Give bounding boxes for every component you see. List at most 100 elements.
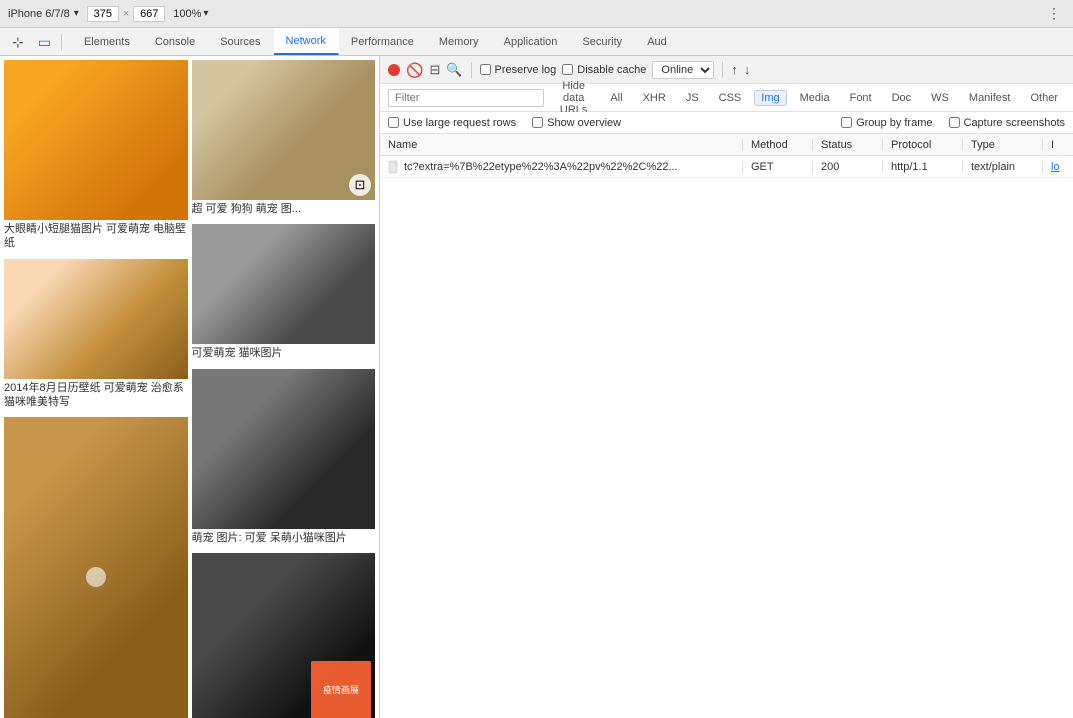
filter-icon[interactable]: ⊡ bbox=[349, 174, 371, 196]
tab-sources[interactable]: Sources bbox=[208, 28, 273, 55]
image-container: ⊡ bbox=[192, 60, 376, 200]
list-item: 可爱 小 萌宠 狗狗壁纸 bbox=[4, 417, 188, 718]
image-caption: 2014年8月日历壁纸 可爱萌宠 治愈系猫咪唯美特写 bbox=[4, 379, 188, 414]
large-rows-option[interactable]: Use large request rows bbox=[388, 117, 516, 129]
capture-screenshots-checkbox[interactable] bbox=[949, 117, 960, 128]
grid-image: ⊡ bbox=[192, 60, 376, 200]
filter-js[interactable]: JS bbox=[679, 90, 706, 106]
list-item: 萌宠 图片: 可爱 呆萌小猫咪图片 bbox=[192, 369, 376, 549]
chevron-down-icon: ▾ bbox=[74, 8, 79, 19]
preserve-log-checkbox[interactable]: Preserve log bbox=[480, 64, 557, 76]
zoom-chevron-icon: ▾ bbox=[203, 8, 208, 19]
filter-img[interactable]: Img bbox=[754, 90, 786, 106]
column-header-initiator[interactable]: I bbox=[1043, 139, 1073, 151]
group-by-frame-option[interactable]: Group by frame bbox=[841, 117, 932, 129]
row-name-text: tc?extra=%7B%22etype%22%3A%22pv%22%2C%22… bbox=[404, 161, 678, 173]
filter-toggle-button[interactable]: ⊟ bbox=[429, 62, 440, 78]
image-caption: 超 可爱 狗狗 萌宠 图... bbox=[192, 200, 376, 220]
network-table: Name Method Status Protocol Type I tc?ex… bbox=[380, 134, 1073, 718]
import-button[interactable]: ↑ bbox=[731, 62, 738, 77]
list-item: ⊡ 超 可爱 狗狗 萌宠 图... bbox=[192, 60, 376, 220]
toolbar-separator-2 bbox=[722, 62, 723, 78]
tab-console[interactable]: Console bbox=[143, 28, 208, 55]
cell-type: text/plain bbox=[963, 161, 1043, 173]
filter-other[interactable]: Other bbox=[1023, 90, 1065, 106]
column-header-name[interactable]: Name bbox=[380, 139, 743, 151]
image-container: 疫情画展 × bbox=[192, 553, 376, 718]
select-element-icon[interactable]: ⊹ bbox=[8, 33, 28, 51]
column-header-type[interactable]: Type bbox=[963, 139, 1043, 151]
tab-performance[interactable]: Performance bbox=[339, 28, 427, 55]
column-header-protocol[interactable]: Protocol bbox=[883, 139, 963, 151]
width-input[interactable] bbox=[87, 6, 119, 22]
devtools-tab-items: Elements Console Sources Network Perform… bbox=[72, 28, 1073, 55]
column-header-status[interactable]: Status bbox=[813, 139, 883, 151]
filter-manifest[interactable]: Manifest bbox=[962, 90, 1018, 106]
filter-xhr[interactable]: XHR bbox=[636, 90, 673, 106]
list-item: 可爱萌宠 猫咪图片 bbox=[192, 224, 376, 364]
tab-security[interactable]: Security bbox=[570, 28, 635, 55]
image-container bbox=[192, 224, 376, 344]
cell-name: tc?extra=%7B%22etype%22%3A%22pv%22%2C%22… bbox=[380, 160, 743, 174]
device-toggle-icon[interactable]: ▭ bbox=[34, 33, 55, 51]
tab-application[interactable]: Application bbox=[492, 28, 571, 55]
image-container bbox=[192, 369, 376, 529]
tab-memory[interactable]: Memory bbox=[427, 28, 492, 55]
tab-audit[interactable]: Aud bbox=[635, 28, 680, 55]
show-overview-option[interactable]: Show overview bbox=[532, 117, 621, 129]
website-content[interactable]: 大眼睛小短腿猫图片 可爱萌宠 电脑壁纸 2014年8月日历壁纸 可爱萌宠 治愈系… bbox=[0, 56, 379, 718]
tab-elements[interactable]: Elements bbox=[72, 28, 143, 55]
tab-divider-1 bbox=[61, 34, 62, 50]
dimension-inputs: × bbox=[87, 6, 165, 22]
device-selector[interactable]: iPhone 6/7/8 ▾ bbox=[8, 8, 79, 20]
filter-bar: Hide data URLs All XHR JS CSS Img Media … bbox=[380, 84, 1073, 112]
height-input[interactable] bbox=[133, 6, 165, 22]
image-grid: 大眼睛小短腿猫图片 可爱萌宠 电脑壁纸 2014年8月日历壁纸 可爱萌宠 治愈系… bbox=[4, 60, 375, 718]
image-container bbox=[4, 417, 188, 718]
search-button[interactable]: 🔍 bbox=[446, 62, 462, 78]
image-caption: 萌宠 图片: 可爱 呆萌小猫咪图片 bbox=[192, 529, 376, 549]
ad-badge: 疫情画展 bbox=[311, 661, 371, 718]
options-row: Use large request rows Show overview Gro… bbox=[380, 112, 1073, 134]
devtools-panel: 🚫 ⊟ 🔍 Preserve log Disable cache Online … bbox=[380, 56, 1073, 718]
toolbar-separator-1 bbox=[471, 62, 472, 78]
tab-network[interactable]: Network bbox=[274, 28, 339, 55]
throttle-select[interactable]: Online bbox=[652, 61, 714, 79]
disable-cache-checkbox[interactable]: Disable cache bbox=[562, 64, 646, 76]
filter-doc[interactable]: Doc bbox=[885, 90, 919, 106]
cell-protocol: http/1.1 bbox=[883, 161, 963, 173]
network-toolbar: 🚫 ⊟ 🔍 Preserve log Disable cache Online … bbox=[380, 56, 1073, 84]
zoom-value: 100% bbox=[173, 8, 201, 20]
filter-font[interactable]: Font bbox=[843, 90, 879, 106]
devtools-tab-bar: ⊹ ▭ Elements Console Sources Network Per… bbox=[0, 28, 1073, 56]
export-button[interactable]: ↓ bbox=[744, 62, 751, 77]
cell-status: 200 bbox=[813, 161, 883, 173]
filter-all[interactable]: All bbox=[603, 90, 629, 106]
filter-ws[interactable]: WS bbox=[924, 90, 956, 106]
group-by-frame-checkbox[interactable] bbox=[841, 117, 852, 128]
clear-button[interactable]: 🚫 bbox=[406, 63, 423, 77]
record-button[interactable] bbox=[388, 64, 400, 76]
list-item: 疫情画展 × 俄罗斯摄影师记... 宠 哈士奇 bbox=[192, 553, 376, 718]
disable-cache-input[interactable] bbox=[562, 64, 573, 75]
capture-screenshots-option[interactable]: Capture screenshots bbox=[949, 117, 1066, 129]
filter-input[interactable] bbox=[388, 89, 544, 107]
grid-image bbox=[4, 259, 188, 379]
large-rows-checkbox[interactable] bbox=[388, 117, 399, 128]
list-item: 大眼睛小短腿猫图片 可爱萌宠 电脑壁纸 bbox=[4, 60, 188, 255]
table-row[interactable]: tc?extra=%7B%22etype%22%3A%22pv%22%2C%22… bbox=[380, 156, 1073, 178]
options-left: Use large request rows Show overview bbox=[388, 117, 621, 129]
zoom-selector[interactable]: 100% ▾ bbox=[173, 8, 208, 20]
more-options-button[interactable]: ⋮ bbox=[1043, 5, 1065, 22]
column-header-method[interactable]: Method bbox=[743, 139, 813, 151]
image-caption: 大眼睛小短腿猫图片 可爱萌宠 电脑壁纸 bbox=[4, 220, 188, 255]
grid-image: 疫情画展 × bbox=[192, 553, 376, 718]
show-overview-checkbox[interactable] bbox=[532, 117, 543, 128]
inspector-icons: ⊹ ▭ bbox=[8, 33, 55, 51]
filter-media[interactable]: Media bbox=[793, 90, 837, 106]
dimension-separator: × bbox=[123, 8, 129, 20]
preserve-log-input[interactable] bbox=[480, 64, 491, 75]
grid-image bbox=[192, 369, 376, 529]
options-right: Group by frame Capture screenshots bbox=[841, 117, 1065, 129]
filter-css[interactable]: CSS bbox=[712, 90, 749, 106]
